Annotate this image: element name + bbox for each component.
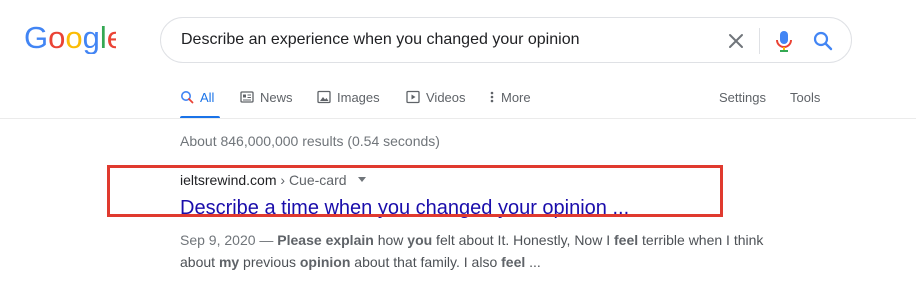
search-tabs: All News Images Videos More Settings Too… (0, 86, 916, 119)
tab-label: Videos (426, 89, 466, 105)
google-logo[interactable]: Google (24, 20, 116, 54)
snippet-text: felt about It. Honestly, Now I (432, 232, 614, 248)
search-divider (759, 28, 760, 54)
play-icon (406, 90, 420, 104)
date-dash: — (255, 232, 278, 248)
tab-label: More (501, 89, 531, 105)
tab-news[interactable]: News (240, 86, 293, 108)
result-stats: About 846,000,000 results (0.54 seconds) (180, 133, 440, 149)
tab-label: All (200, 89, 215, 105)
snippet-keyword: opinion (299, 254, 351, 270)
tab-images[interactable]: Images (317, 86, 380, 108)
highlight-annotation (107, 165, 723, 217)
snippet-keyword: my (218, 254, 240, 270)
snippet-text: ... (525, 254, 541, 270)
logo-letter: o (48, 20, 65, 54)
search-box[interactable]: Describe an experience when you changed … (160, 17, 852, 63)
logo-letter: o (65, 20, 82, 54)
image-icon (317, 90, 331, 104)
tools-link[interactable]: Tools (790, 86, 820, 108)
microphone-icon[interactable] (773, 29, 795, 53)
tab-label: News (260, 89, 293, 105)
search-input[interactable]: Describe an experience when you changed … (181, 31, 579, 49)
tab-label: Images (337, 89, 380, 105)
logo-letter: e (107, 20, 116, 54)
settings-link[interactable]: Settings (719, 86, 766, 108)
snippet-text: previous (239, 254, 300, 270)
header-divider (0, 118, 916, 119)
snippet-text: about that family. I also (350, 254, 502, 270)
news-icon (240, 91, 254, 103)
search-icon (181, 91, 194, 104)
tab-videos[interactable]: Videos (406, 86, 466, 108)
tab-more[interactable]: More (488, 86, 531, 108)
logo-letter: G (24, 20, 48, 54)
snippet-keyword: Please (277, 232, 326, 248)
snippet-keyword: feel (501, 254, 526, 270)
close-icon[interactable] (726, 31, 746, 51)
tab-all[interactable]: All (180, 86, 214, 108)
kebab-icon (490, 91, 494, 103)
snippet-keyword: you (407, 232, 433, 248)
snippet-keyword: feel (614, 232, 639, 248)
result-snippet: Sep 9, 2020 — Please explain how you fel… (180, 229, 780, 273)
logo-letter: l (100, 20, 107, 54)
snippet-text: how (373, 232, 408, 248)
result-date: Sep 9, 2020 (180, 232, 256, 248)
logo-letter: g (83, 20, 100, 54)
search-icon[interactable] (812, 30, 834, 52)
svg-text:Google: Google (24, 20, 116, 54)
snippet-keyword: explain (325, 232, 374, 248)
